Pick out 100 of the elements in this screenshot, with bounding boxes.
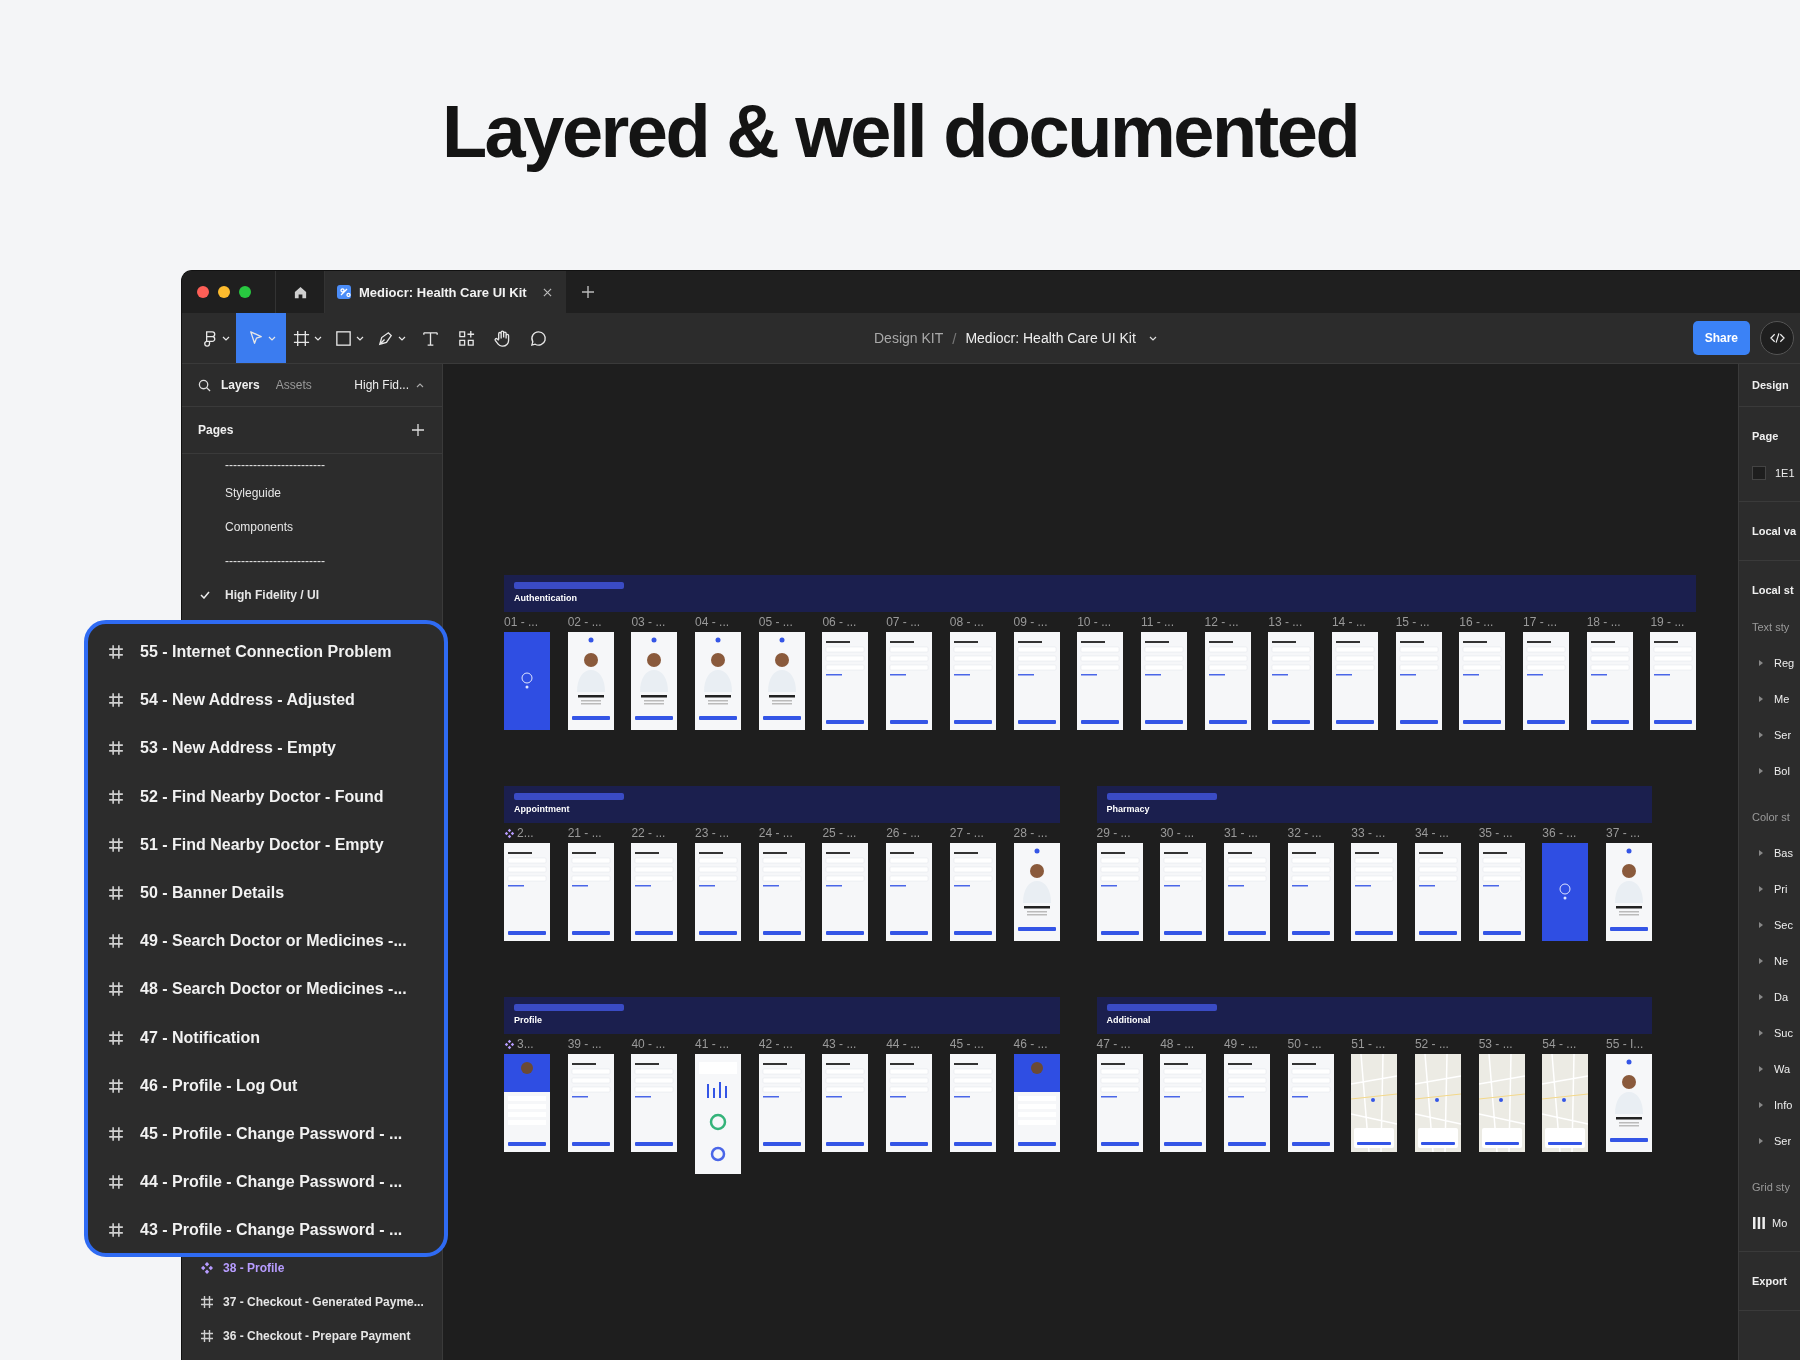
frame-label[interactable]: 36 - ... <box>1542 827 1577 840</box>
layer-item[interactable]: 55 - Internet Connection Problem <box>140 643 392 662</box>
style-item[interactable]: Reg <box>1774 657 1795 669</box>
frame-thumbnail[interactable] <box>1096 843 1143 941</box>
frame-label[interactable]: 03 - ... <box>631 616 666 629</box>
frame-thumbnail[interactable] <box>504 632 550 730</box>
frame-label[interactable]: 34 - ... <box>1414 827 1449 840</box>
panel-tab[interactable]: Assets <box>275 378 312 392</box>
close-window-button[interactable] <box>197 286 209 298</box>
frame-label[interactable]: 47 - ... <box>1096 1038 1131 1051</box>
frame-thumbnail[interactable] <box>1077 632 1124 730</box>
expand-icon[interactable] <box>1759 922 1763 928</box>
frame-thumbnail[interactable] <box>1160 1054 1207 1152</box>
frame-label[interactable]: 21 - ... <box>567 827 602 840</box>
frame-label[interactable]: 3... <box>517 1038 534 1051</box>
frame-label[interactable]: 14 - ... <box>1331 616 1366 629</box>
layer-item[interactable]: 54 - New Address - Adjusted <box>140 691 355 710</box>
frame-label[interactable]: 09 - ... <box>1013 616 1048 629</box>
frame-label[interactable]: 53 - ... <box>1478 1038 1513 1051</box>
frame-label[interactable]: 11 - ... <box>1140 616 1174 629</box>
page-item[interactable]: Components <box>225 520 294 534</box>
frame-label[interactable]: 12 - ... <box>1204 616 1239 629</box>
frame-label[interactable]: 23 - ... <box>695 827 730 840</box>
file-name[interactable]: Mediocr: Health Care UI Kit <box>965 330 1136 346</box>
frame-label[interactable]: 13 - ... <box>1268 616 1303 629</box>
frame-thumbnail[interactable] <box>504 843 550 941</box>
style-item[interactable]: Ser <box>1774 729 1792 741</box>
frame-thumbnail[interactable] <box>1268 632 1315 730</box>
share-button[interactable]: Share <box>1692 321 1750 355</box>
frame-label[interactable]: 42 - ... <box>758 1038 793 1051</box>
frame-thumbnail[interactable] <box>1414 843 1461 941</box>
frame-label[interactable]: 33 - ... <box>1351 827 1386 840</box>
frame-thumbnail[interactable] <box>886 843 933 941</box>
expand-icon[interactable] <box>1759 1066 1763 1072</box>
project-name[interactable]: Design KIT <box>874 330 944 346</box>
file-tab[interactable]: Mediocr: Health Care UI Kit <box>325 271 566 313</box>
frame-label[interactable]: 43 - ... <box>822 1038 857 1051</box>
frame-label[interactable]: 19 - ... <box>1650 616 1685 629</box>
frame-label[interactable]: 50 - ... <box>1287 1038 1322 1051</box>
layer-item[interactable]: 46 - Profile - Log Out <box>140 1076 298 1095</box>
layer-item[interactable]: 43 - Profile - Change Password - ... <box>140 1221 403 1240</box>
frame-label[interactable]: 48 - ... <box>1160 1038 1195 1051</box>
caret-icon[interactable] <box>416 382 424 388</box>
frame-thumbnail[interactable] <box>1013 843 1060 941</box>
frame-label[interactable]: 29 - ... <box>1096 827 1131 840</box>
frame-thumbnail[interactable] <box>1650 632 1697 730</box>
frame-label[interactable]: 40 - ... <box>631 1038 666 1051</box>
frame-thumbnail[interactable] <box>758 632 805 730</box>
frame-thumbnail[interactable] <box>949 632 996 730</box>
frame-label[interactable]: 30 - ... <box>1160 827 1195 840</box>
layer-item[interactable]: 53 - New Address - Empty <box>140 739 336 758</box>
style-item[interactable]: Bol <box>1774 765 1790 777</box>
frame-thumbnail[interactable] <box>1223 1054 1270 1152</box>
expand-icon[interactable] <box>1759 850 1763 856</box>
frame-label[interactable]: 2... <box>517 827 534 840</box>
frame-label[interactable]: 05 - ... <box>758 616 793 629</box>
frame-thumbnail[interactable] <box>567 843 614 941</box>
layer-item[interactable]: 50 - Banner Details <box>140 884 285 903</box>
frame-label[interactable]: 51 - ... <box>1351 1038 1386 1051</box>
expand-icon[interactable] <box>1759 732 1763 738</box>
frame-label[interactable]: 35 - ... <box>1478 827 1513 840</box>
frame-thumbnail[interactable] <box>1013 632 1060 730</box>
expand-icon[interactable] <box>1759 1138 1763 1144</box>
frame-label[interactable]: 04 - ... <box>695 616 730 629</box>
panel-tab[interactable]: Layers <box>221 378 260 392</box>
layer-item[interactable]: 44 - Profile - Change Password - ... <box>140 1173 403 1192</box>
frame-thumbnail[interactable] <box>567 632 614 730</box>
frame-label[interactable]: 26 - ... <box>886 827 921 840</box>
page-item[interactable]: Styleguide <box>225 486 282 500</box>
expand-icon[interactable] <box>1759 1030 1763 1036</box>
frame-label[interactable]: 16 - ... <box>1459 616 1494 629</box>
style-item[interactable]: Me <box>1774 693 1790 705</box>
frame-label[interactable]: 10 - ... <box>1077 616 1112 629</box>
frame-thumbnail[interactable] <box>1331 632 1378 730</box>
page-item[interactable]: ------------------------- <box>225 458 325 472</box>
layer-item[interactable]: 47 - Notification <box>140 1028 260 1047</box>
frame-label[interactable]: 54 - ... <box>1542 1038 1577 1051</box>
close-icon[interactable] <box>542 287 552 297</box>
frame-thumbnail[interactable] <box>1351 843 1398 941</box>
frame-thumbnail[interactable] <box>1351 1054 1398 1152</box>
style-item[interactable]: Wa <box>1774 1063 1791 1075</box>
add-page-icon[interactable] <box>412 424 424 436</box>
expand-icon[interactable] <box>1759 768 1763 774</box>
frame-label[interactable]: 39 - ... <box>567 1038 602 1051</box>
style-item[interactable]: Ser <box>1774 1135 1792 1147</box>
frame-label[interactable]: 17 - ... <box>1523 616 1557 629</box>
frame-label[interactable]: 18 - ... <box>1586 616 1621 629</box>
frame-thumbnail[interactable] <box>822 632 869 730</box>
layer-item[interactable]: 49 - Search Doctor or Medicines -... <box>140 932 407 951</box>
layer-item[interactable]: 52 - Find Nearby Doctor - Found <box>140 787 384 806</box>
frame-label[interactable]: 28 - ... <box>1013 827 1048 840</box>
frame-thumbnail[interactable] <box>1287 1054 1334 1152</box>
frame-thumbnail[interactable] <box>1140 632 1187 730</box>
layer-item[interactable]: 45 - Profile - Change Password - ... <box>140 1124 403 1143</box>
frame-label[interactable]: 15 - ... <box>1395 616 1430 629</box>
zoom-window-button[interactable] <box>239 286 251 298</box>
frame-thumbnail[interactable] <box>822 843 869 941</box>
style-item[interactable]: Mo <box>1772 1217 1788 1229</box>
frame-label[interactable]: 45 - ... <box>949 1038 984 1051</box>
frame-label[interactable]: 52 - ... <box>1414 1038 1449 1051</box>
